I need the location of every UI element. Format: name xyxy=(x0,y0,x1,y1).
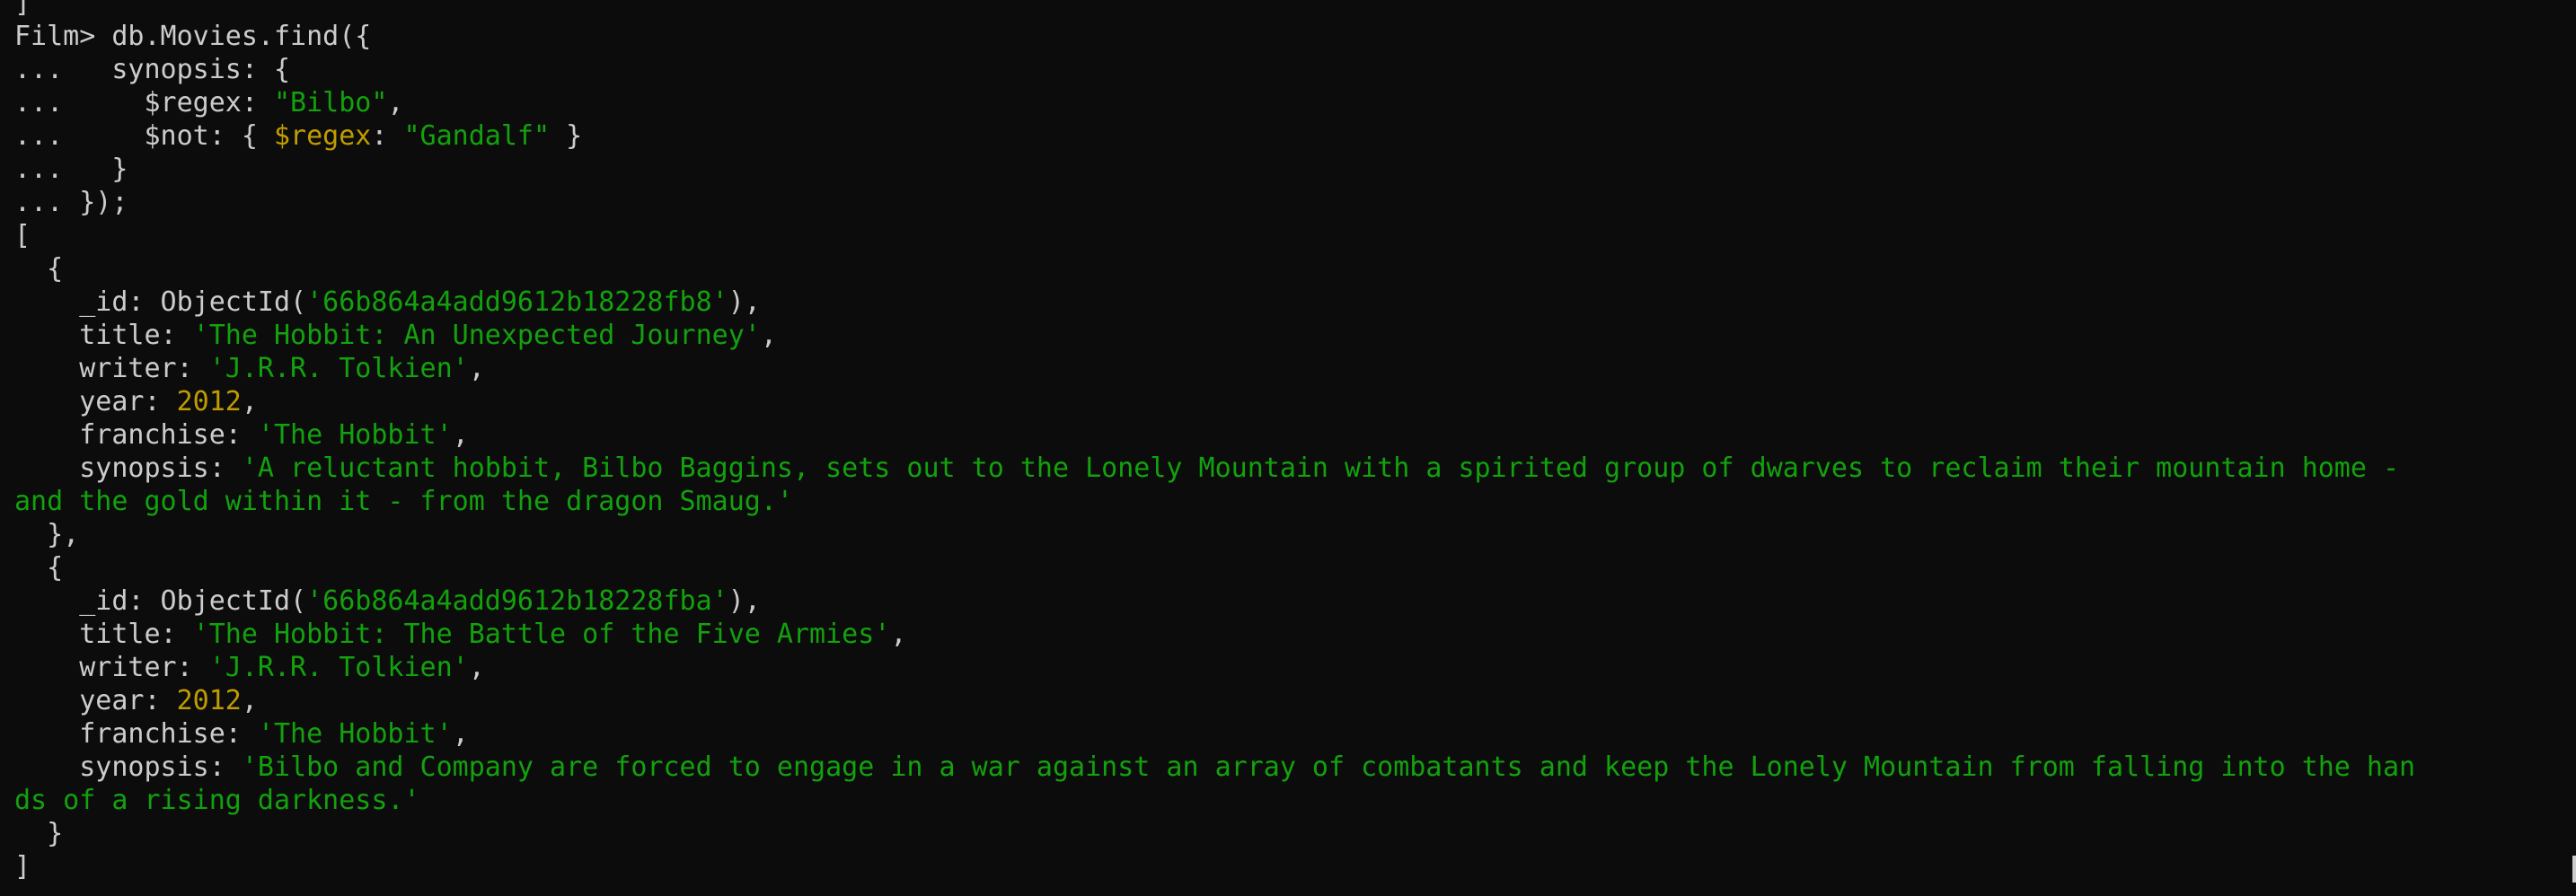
terminal-line: writer: 'J.R.R. Tolkien', xyxy=(14,651,2576,684)
terminal-line: year: 2012, xyxy=(14,684,2576,717)
code-text: ... synopsis: { xyxy=(14,54,291,85)
code-text: _id: ObjectId( xyxy=(14,286,307,318)
terminal-line: synopsis: 'Bilbo and Company are forced … xyxy=(14,751,2576,784)
code-text: ] xyxy=(14,851,31,883)
terminal-line: writer: 'J.R.R. Tolkien', xyxy=(14,352,2576,385)
terminal-line: _id: ObjectId('66b864a4add9612b18228fb8'… xyxy=(14,285,2576,319)
terminal-line: } xyxy=(14,817,2576,850)
code-text: franchise: xyxy=(14,419,258,451)
code-text: : xyxy=(371,120,404,152)
terminal-line: year: 2012, xyxy=(14,385,2576,418)
code-text: } xyxy=(14,818,64,849)
terminal-line: ... $regex: "Bilbo", xyxy=(14,86,2576,119)
code-text: writer: xyxy=(14,652,209,683)
string-literal: 'The Hobbit: An Unexpected Journey' xyxy=(192,320,761,351)
string-literal: 'J.R.R. Tolkien' xyxy=(208,652,469,683)
string-literal: "Bilbo" xyxy=(273,87,388,119)
code-text: , xyxy=(452,718,469,750)
code-text: franchise: xyxy=(14,718,258,750)
terminal-line: ] xyxy=(14,0,2576,20)
terminal-line: and the gold within it - from the dragon… xyxy=(14,485,2576,518)
code-text: , xyxy=(468,652,485,683)
string-literal: "Gandalf" xyxy=(403,120,551,152)
code-text: { xyxy=(14,253,64,285)
code-text: ... } xyxy=(14,154,128,185)
code-text: , xyxy=(890,619,907,650)
string-literal: '66b864a4add9612b18228fb8' xyxy=(306,286,728,318)
string-literal: 'The Hobbit: The Battle of the Five Armi… xyxy=(192,619,891,650)
terminal-line: franchise: 'The Hobbit', xyxy=(14,717,2576,751)
code-text: }, xyxy=(14,519,80,550)
code-text: synopsis: xyxy=(14,452,242,484)
code-text: ] xyxy=(14,0,31,19)
string-literal: '66b864a4add9612b18228fba' xyxy=(306,585,728,617)
terminal-line: ... $not: { $regex: "Gandalf" } xyxy=(14,119,2576,153)
code-text: Film> db.Movies.find({ xyxy=(14,21,372,52)
code-text: writer: xyxy=(14,353,209,384)
string-literal: and the gold within it - from the dragon… xyxy=(14,486,793,517)
terminal-line: }, xyxy=(14,518,2576,551)
code-text: } xyxy=(550,120,583,152)
terminal-line: { xyxy=(14,551,2576,584)
terminal-line: Film> db.Movies.find({ xyxy=(14,20,2576,53)
terminal-line: title: 'The Hobbit: The Battle of the Fi… xyxy=(14,618,2576,651)
terminal-line: ... }); xyxy=(14,186,2576,219)
terminal-line: ... synopsis: { xyxy=(14,53,2576,86)
code-text: [ xyxy=(14,220,31,251)
string-literal: 'Bilbo and Company are forced to engage … xyxy=(241,751,2416,783)
code-text: _id: ObjectId( xyxy=(14,585,307,617)
number-literal: 2012 xyxy=(176,386,242,417)
terminal-line: [ xyxy=(14,219,2576,252)
terminal-line: ds of a rising darkness.' xyxy=(14,784,2576,817)
terminal-line: title: 'The Hobbit: An Unexpected Journe… xyxy=(14,319,2576,352)
code-text: , xyxy=(387,87,404,119)
code-text: ... $not: { xyxy=(14,120,274,152)
string-literal: 'The Hobbit' xyxy=(257,718,453,750)
number-literal: 2012 xyxy=(176,685,242,716)
terminal-line: { xyxy=(14,252,2576,285)
code-text: , xyxy=(241,685,258,716)
code-text: synopsis: xyxy=(14,751,242,783)
code-text: ... }); xyxy=(14,187,128,218)
code-text: ), xyxy=(728,585,761,617)
scrollbar-edge xyxy=(2572,856,2576,883)
terminal-output[interactable]: ] Film> db.Movies.find({... synopsis: {..… xyxy=(0,0,2576,883)
terminal-line: ... } xyxy=(14,153,2576,186)
code-text: title: xyxy=(14,619,193,650)
code-text: , xyxy=(468,353,485,384)
code-text: ... $regex: xyxy=(14,87,274,119)
terminal-line: synopsis: 'A reluctant hobbit, Bilbo Bag… xyxy=(14,452,2576,485)
code-text: , xyxy=(452,419,469,451)
string-literal: 'A reluctant hobbit, Bilbo Baggins, sets… xyxy=(241,452,2400,484)
code-text: year: xyxy=(14,386,177,417)
string-literal: ds of a rising darkness.' xyxy=(14,785,420,816)
terminal-line: _id: ObjectId('66b864a4add9612b18228fba'… xyxy=(14,584,2576,618)
code-text: ), xyxy=(728,286,761,318)
terminal-line: franchise: 'The Hobbit', xyxy=(14,418,2576,452)
string-literal: 'The Hobbit' xyxy=(257,419,453,451)
string-literal: 'J.R.R. Tolkien' xyxy=(208,353,469,384)
code-text: year: xyxy=(14,685,177,716)
code-text: title: xyxy=(14,320,193,351)
code-text: , xyxy=(241,386,258,417)
code-text: , xyxy=(760,320,777,351)
code-text: { xyxy=(14,552,64,584)
operator-keyword: $regex xyxy=(273,120,372,152)
terminal-line: ] xyxy=(14,850,2576,883)
